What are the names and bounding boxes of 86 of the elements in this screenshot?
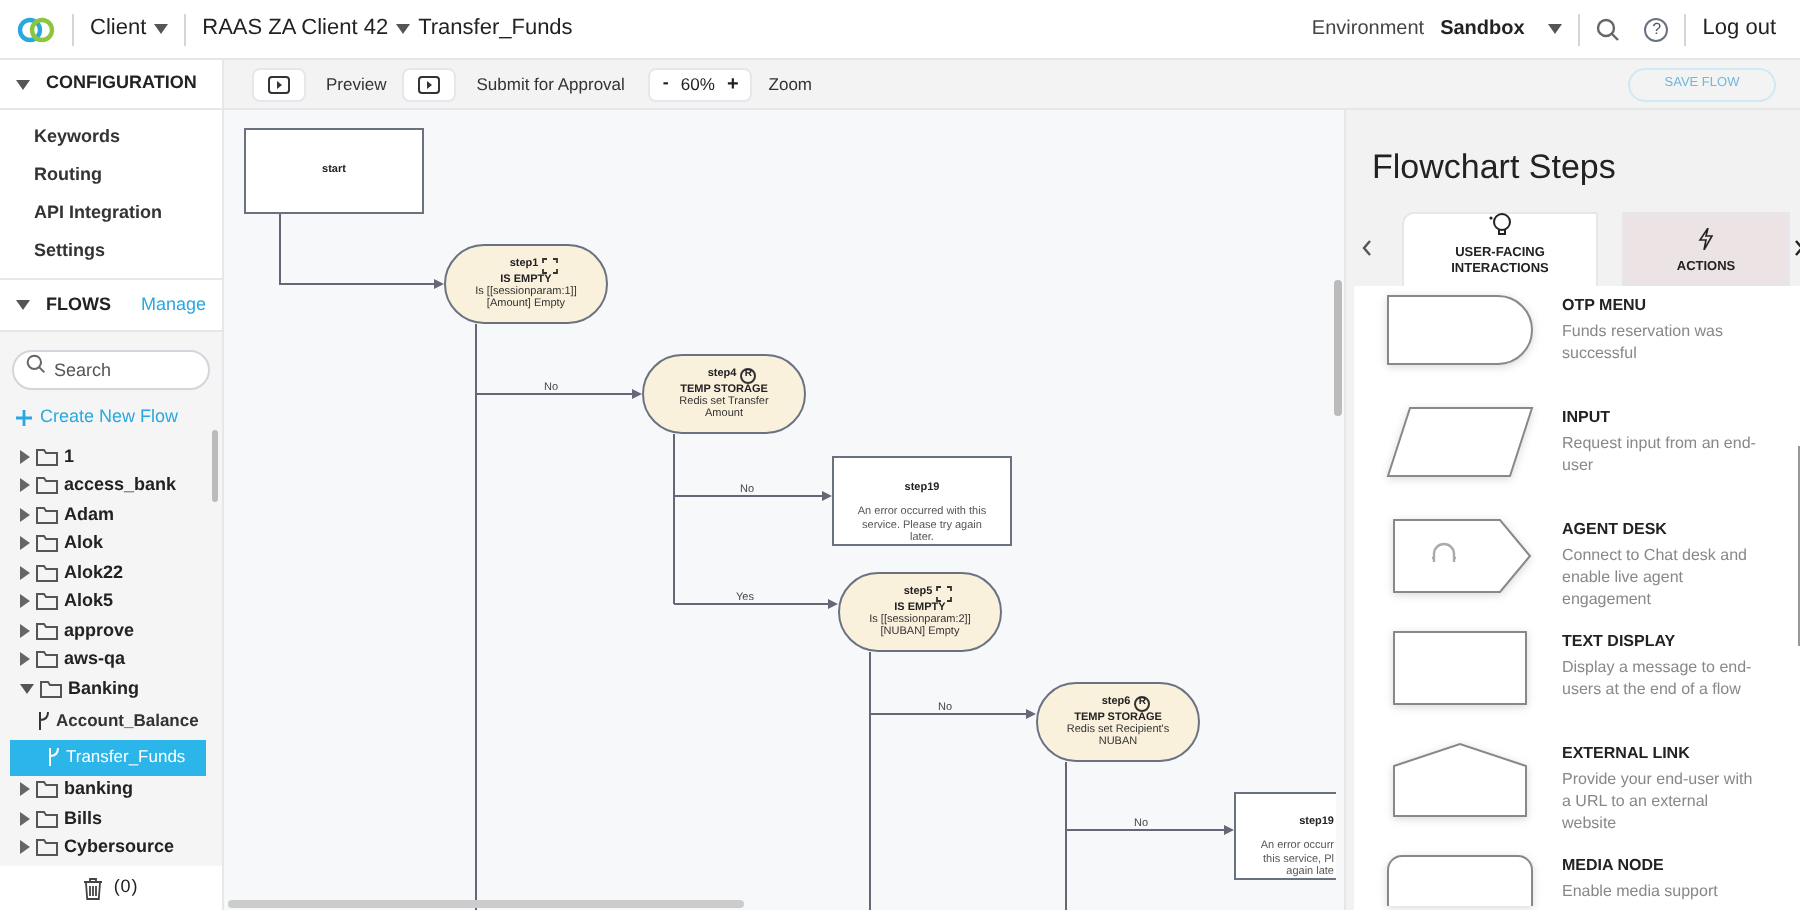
tree-item[interactable]: Alok22	[0, 558, 206, 587]
tree-item[interactable]: Adam	[0, 500, 206, 529]
tree-item[interactable]: Account_Balance	[0, 703, 206, 739]
folder-icon	[36, 563, 58, 582]
environment-label: Environment	[1311, 16, 1425, 44]
rounded-rectangle-drawing[interactable]	[1386, 854, 1534, 906]
step-title: MEDIA NODE	[1562, 854, 1666, 878]
fork-icon	[48, 748, 60, 766]
play-icon	[402, 67, 457, 101]
zoom-label: Zoom	[768, 71, 813, 97]
caret-icon	[154, 24, 169, 34]
play-icon	[252, 67, 306, 101]
sidebar-item[interactable]: Routing	[0, 156, 222, 194]
expand-icon	[542, 257, 559, 274]
tree-item[interactable]: 1	[0, 442, 206, 471]
step-description: Funds reservation was successful	[1562, 322, 1725, 366]
project-dropdown[interactable]: RAAS ZA Client 42	[202, 12, 411, 46]
search-icon	[26, 354, 46, 374]
folder-icon	[36, 780, 58, 799]
step-description: Enable media support	[1562, 882, 1720, 904]
zoom-out-button[interactable]: -	[662, 70, 669, 98]
step-title: OTP MENU	[1562, 294, 1649, 318]
folder-icon	[36, 809, 58, 828]
step-title: INPUT	[1562, 406, 1612, 430]
folder-icon	[40, 679, 62, 698]
flows-header[interactable]: FLOWS	[16, 291, 111, 319]
folder-icon	[36, 838, 58, 857]
client-dropdown[interactable]: Client	[90, 12, 169, 46]
sidebar-item[interactable]: Settings	[0, 232, 222, 270]
caret-icon	[20, 683, 34, 694]
zoom-in-button[interactable]: +	[726, 69, 739, 99]
submit-button[interactable]: Submit for Approval	[402, 67, 625, 101]
caret-icon	[16, 300, 30, 310]
step-title: TEXT DISPLAY	[1562, 630, 1678, 654]
d-shape-drawing[interactable]	[1386, 294, 1534, 366]
logo-icon	[16, 15, 56, 43]
trash-icon[interactable]	[83, 877, 102, 899]
scrollbar-thumb[interactable]	[1334, 280, 1342, 416]
help-button[interactable]: ?	[1644, 17, 1669, 41]
step-description: Connect to Chat desk and enable live agent engagement	[1562, 546, 1750, 611]
panel-title: Flowchart Steps	[1370, 146, 1618, 190]
folder-icon	[36, 621, 58, 640]
parallelogram-drawing[interactable]	[1386, 406, 1534, 478]
step-description: Provide your end-user with a URL to an external website	[1562, 770, 1755, 835]
tree-item[interactable]: access_bank	[0, 471, 206, 500]
zoom-value: 60%	[680, 71, 715, 97]
chevron-left-icon[interactable]	[1362, 240, 1372, 256]
search-field[interactable]: Search	[12, 350, 210, 390]
caret-icon	[16, 79, 30, 89]
fork-icon	[38, 712, 50, 730]
zoom-control[interactable]: - 60% +	[648, 67, 753, 101]
configuration-header[interactable]: CONFIGURATION	[0, 60, 222, 110]
caret-icon	[1548, 24, 1563, 34]
search-icon[interactable]	[1596, 17, 1621, 41]
trash-count: (0)	[113, 874, 139, 901]
plus-icon	[16, 410, 32, 426]
expand-icon	[936, 585, 953, 602]
sidebar-item[interactable]: API Integration	[0, 194, 222, 232]
tree-item[interactable]: Banking	[0, 674, 206, 703]
scrollbar-thumb[interactable]	[212, 430, 218, 502]
sidebar-item[interactable]: Keywords	[0, 118, 222, 156]
tree-item[interactable]: Bills	[0, 804, 206, 833]
step-description: Display a message to end-users at the end of a flow	[1562, 658, 1754, 702]
folder-icon	[36, 505, 58, 524]
lightbulb-icon	[1487, 210, 1513, 237]
scrollbar-thumb[interactable]	[228, 900, 744, 908]
tree-item[interactable]: Alok5	[0, 587, 206, 616]
step-description: Request input from an end-user	[1562, 434, 1758, 478]
folder-icon	[36, 592, 58, 611]
folder-icon	[36, 476, 58, 495]
tree-item[interactable]: Cybersource	[0, 833, 206, 862]
tree-item[interactable]: banking	[0, 775, 206, 804]
folder-icon	[36, 650, 58, 669]
folder-icon	[36, 447, 58, 466]
caret-icon	[396, 24, 411, 34]
tree-item[interactable]: aws-qa	[0, 645, 206, 674]
tree-item[interactable]: approve	[0, 616, 206, 645]
folder-icon	[36, 534, 58, 553]
step-title: EXTERNAL LINK	[1562, 742, 1692, 766]
logout-link[interactable]: Log out	[1702, 12, 1776, 46]
step-title: AGENT DESK	[1562, 518, 1669, 542]
flow-name: Transfer_Funds	[418, 14, 573, 45]
tree-item[interactable]: Alok	[0, 529, 206, 558]
bolt-icon	[1698, 228, 1714, 251]
preview-button[interactable]: Preview	[252, 67, 387, 101]
environment-dropdown[interactable]: Sandbox	[1440, 14, 1563, 44]
